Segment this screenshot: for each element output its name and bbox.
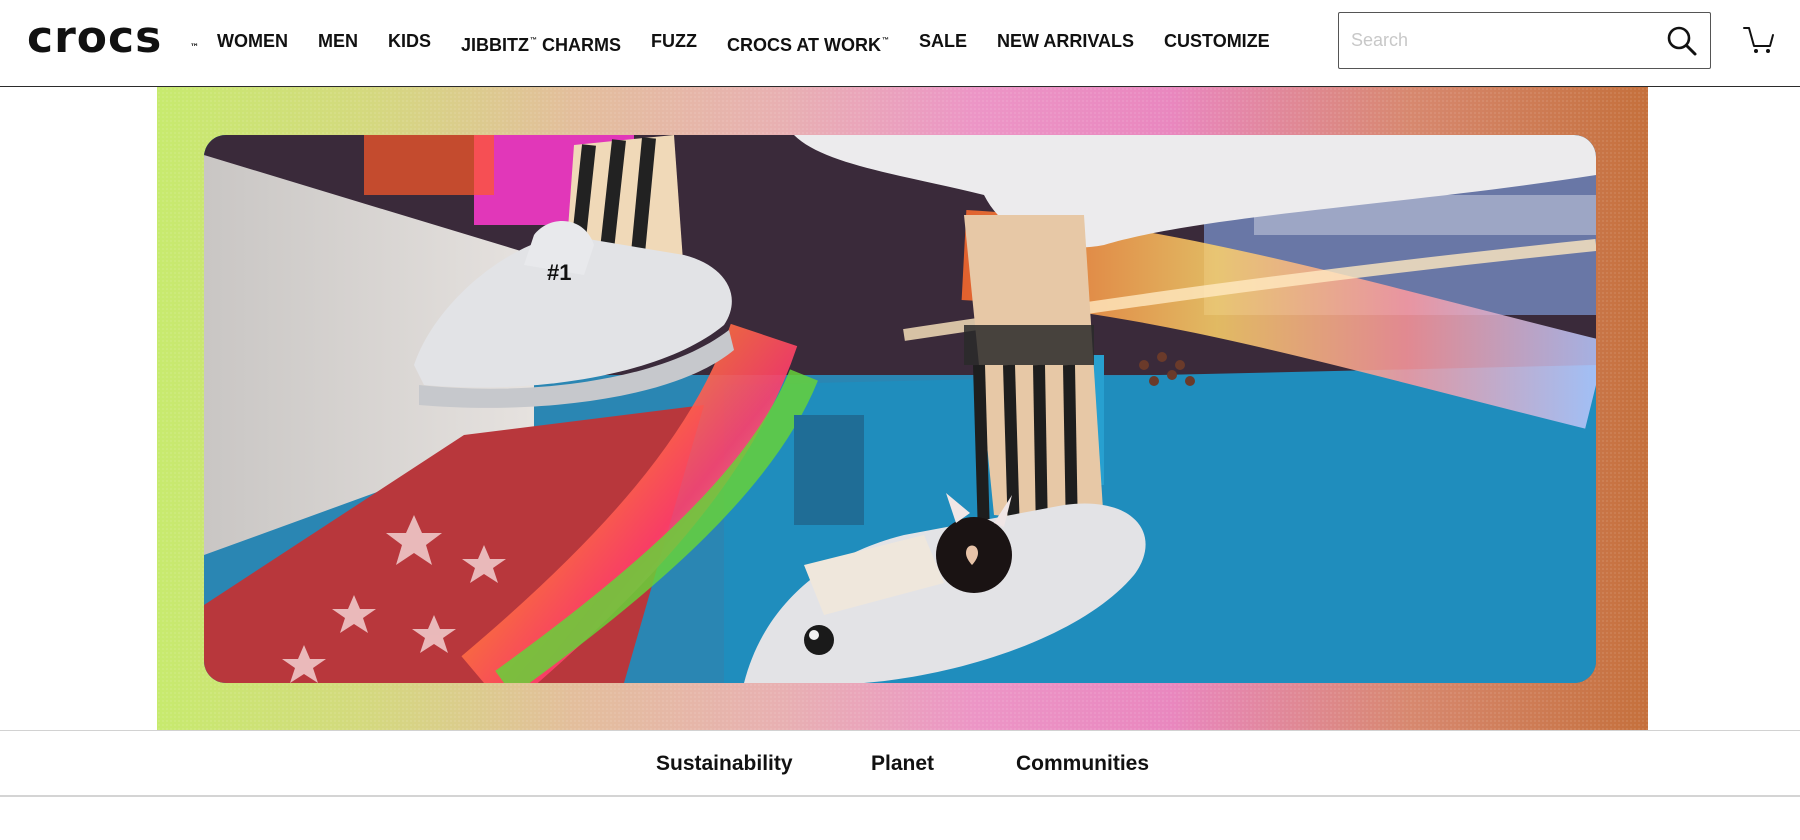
search-box	[1338, 12, 1711, 69]
trademark-mark: ™	[530, 37, 538, 44]
logo-text: crocs	[27, 12, 163, 63]
crocs-logo[interactable]: crocs ™	[27, 16, 199, 60]
nav-item-jibbitz-charms[interactable]: JIBBITZ™ CHARMS	[461, 29, 621, 55]
secondary-nav: Sustainability Planet Communities	[0, 730, 1800, 797]
nav-item-men[interactable]: MEN	[318, 29, 358, 53]
charm-number-one: #1	[547, 260, 571, 285]
nav-item-customize[interactable]: CUSTOMIZE	[1164, 29, 1270, 53]
nav-item-new-arrivals[interactable]: NEW ARRIVALS	[997, 29, 1134, 53]
subnav-item-communities[interactable]: Communities	[1016, 751, 1149, 777]
site-header: crocs ™ WOMEN MEN KIDS JIBBITZ™ CHARMS F…	[0, 0, 1800, 87]
logo-trademark: ™	[190, 43, 199, 53]
nav-item-women[interactable]: WOMEN	[217, 29, 288, 53]
hero-banner[interactable]: #1	[157, 87, 1648, 730]
cart-icon[interactable]	[1742, 22, 1776, 56]
nav-item-crocs-at-work[interactable]: CROCS AT WORK™	[727, 29, 889, 55]
nav-item-fuzz[interactable]: FUZZ	[651, 29, 697, 53]
subnav-item-sustainability[interactable]: Sustainability	[656, 751, 793, 777]
hero-image: #1	[204, 135, 1596, 683]
search-input[interactable]	[1339, 13, 1659, 68]
search-icon[interactable]	[1666, 25, 1698, 57]
nav-item-sale[interactable]: SALE	[919, 29, 967, 53]
hero-photo-illustration: #1	[204, 135, 1596, 683]
subnav-item-planet[interactable]: Planet	[871, 751, 934, 777]
trademark-mark: ™	[882, 37, 889, 44]
main-nav: WOMEN MEN KIDS JIBBITZ™ CHARMS FUZZ CROC…	[217, 29, 1300, 55]
nav-item-kids[interactable]: KIDS	[388, 29, 431, 53]
